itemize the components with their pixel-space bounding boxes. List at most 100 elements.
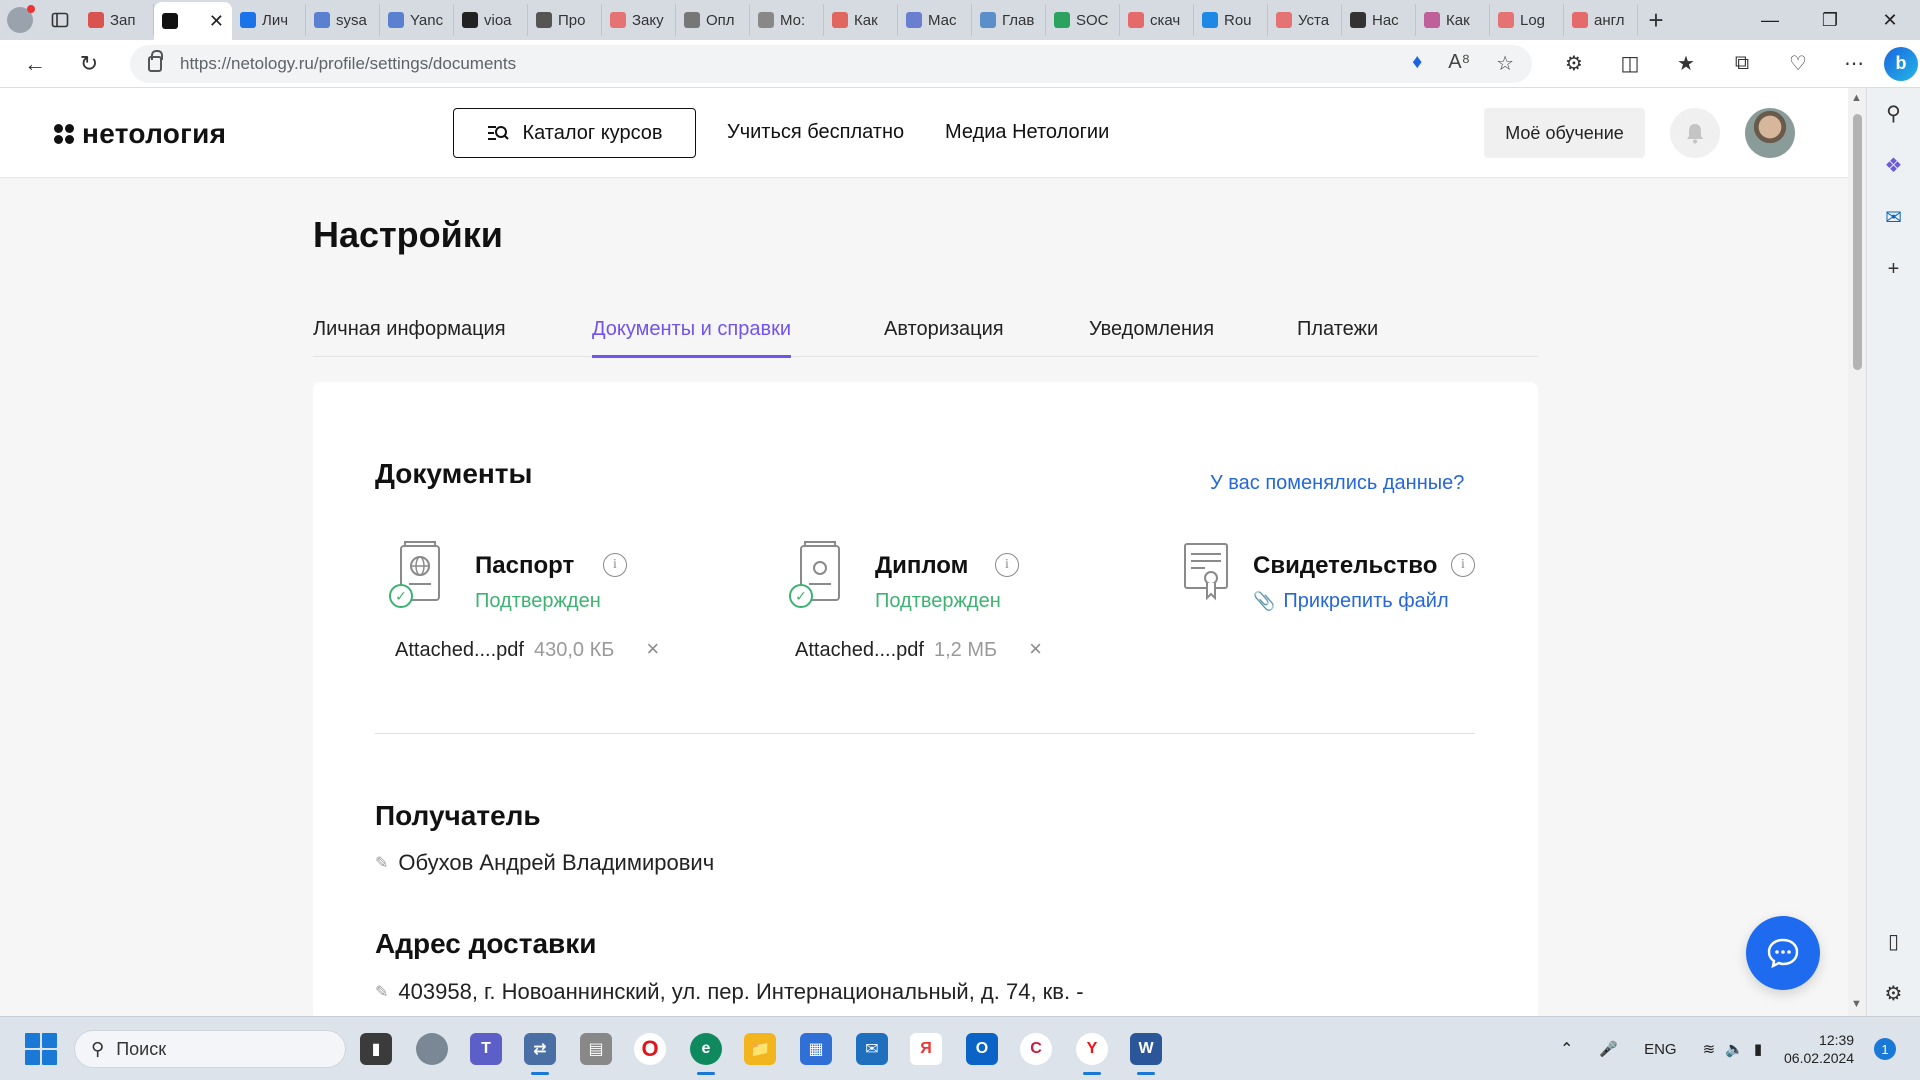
collections-icon[interactable]: ⧉ [1720,44,1764,84]
user-avatar[interactable] [1745,108,1795,158]
my-learning-button[interactable]: Моё обучение [1484,108,1645,158]
learn-free-link[interactable]: Учиться бесплатно [727,121,904,144]
browser-tab[interactable]: Yanc [380,4,454,36]
tab-documents[interactable]: Документы и справки [592,318,792,358]
browser-tab[interactable]: Заку [602,4,676,36]
certificate-info-icon[interactable]: i [1451,553,1475,577]
passport-info-icon[interactable]: i [603,553,627,577]
wifi-icon[interactable]: ≋ [1703,1040,1716,1058]
notifications-button[interactable] [1670,108,1720,158]
sidebar-settings-icon[interactable]: ⚙ [1881,980,1907,1006]
diploma-file-name[interactable]: Attached....pdf [795,639,924,662]
refresh-button[interactable]: ↻ [62,44,116,84]
taskbar-search[interactable]: ⚲ Поиск [74,1030,346,1068]
passport-remove-file-icon[interactable]: × [646,636,659,662]
chat-support-button[interactable] [1746,916,1820,990]
favorites-icon[interactable]: ★ [1664,44,1708,84]
diploma-remove-file-icon[interactable]: × [1029,636,1042,662]
tab-actions-button[interactable] [40,0,80,40]
media-link[interactable]: Медиа Нетологии [945,121,1109,144]
volume-icon[interactable]: 🔈 [1725,1040,1744,1058]
browser-tab[interactable]: Нас [1342,4,1416,36]
browser-tab[interactable]: Мо: [750,4,824,36]
tab-personal-info[interactable]: Личная информация [313,318,506,355]
catalog-button[interactable]: Каталог курсов [453,108,696,158]
split-screen-icon[interactable]: ◫ [1608,44,1652,84]
microphone-icon[interactable]: 🎤 [1599,1040,1618,1058]
browser-tab[interactable]: vioa [454,4,528,36]
browser-tab[interactable]: скач [1120,4,1194,36]
attach-file-link[interactable]: 📎 Прикрепить файл [1253,590,1449,613]
windows-start-icon[interactable] [25,1033,57,1065]
edge-icon[interactable]: e [690,1033,722,1075]
microsoft-store-icon[interactable]: ▦ [800,1033,832,1065]
language-indicator[interactable]: ENG [1644,1041,1677,1058]
browser-essentials-icon[interactable]: ♡ [1776,44,1820,84]
browser-tab[interactable]: Опл [676,4,750,36]
passport-file-name[interactable]: Attached....pdf [395,639,524,662]
browser-tab-active[interactable]: ✕ [154,2,232,40]
close-tab-icon[interactable]: ✕ [209,11,224,32]
widgets-icon[interactable] [416,1033,448,1065]
scroll-up-arrow-icon[interactable]: ▲ [1851,92,1862,104]
word-icon[interactable]: W [1130,1033,1162,1075]
minimize-button[interactable]: — [1740,0,1800,40]
teams-icon[interactable]: T [470,1033,502,1065]
tab-authorization[interactable]: Авторизация [884,318,1004,355]
battery-icon[interactable]: ▮ [1754,1040,1762,1058]
new-tab-button[interactable]: + [1638,2,1674,38]
taskbar-clock[interactable]: 12:39 06.02.2024 [1784,1031,1854,1067]
terminal-app-icon[interactable]: ▤ [580,1033,612,1065]
notification-count-badge[interactable]: 1 [1874,1038,1896,1060]
opera-icon[interactable]: O [634,1033,666,1065]
yandex-browser-icon[interactable]: Y [1076,1033,1108,1075]
tray-overflow-icon[interactable]: ⌃ [1560,1039,1573,1059]
browser-tab[interactable]: Про [528,4,602,36]
browser-tab[interactable]: Мас [898,4,972,36]
browser-tab[interactable]: англ [1564,4,1638,36]
favorite-star-icon[interactable]: ☆ [1496,51,1514,76]
edit-pencil-icon[interactable]: ✎ [375,982,388,1002]
search-icon[interactable]: ⚲ [1881,100,1907,126]
edit-pencil-icon[interactable]: ✎ [375,853,388,873]
network-app-icon[interactable]: ⇄ [524,1033,556,1075]
outlook-icon[interactable]: ✉ [1881,204,1907,230]
add-sidebar-app-icon[interactable]: + [1881,256,1907,282]
browser-tab[interactable]: Зап [80,4,154,36]
more-menu-icon[interactable]: ⋯ [1832,44,1876,84]
tab-notifications[interactable]: Уведомления [1089,318,1214,355]
back-button[interactable]: ← [8,44,62,84]
outlook-icon[interactable]: O [966,1033,998,1065]
delivery-field[interactable]: ✎ 403958, г. Новоаннинский, ул. пер. Инт… [375,979,1084,1005]
tab-payments[interactable]: Платежи [1297,318,1378,355]
browser-tab[interactable]: Лич [232,4,306,36]
browser-tab[interactable]: Как [824,4,898,36]
browser-tab[interactable]: Log [1490,4,1564,36]
browser-tab[interactable]: Rou [1194,4,1268,36]
mail-icon[interactable]: ✉ [856,1033,888,1065]
copilot-icon[interactable]: ❖ [1881,152,1907,178]
browser-tab[interactable]: Глав [972,4,1046,36]
restore-button[interactable]: ❐ [1800,0,1860,40]
browser-tab[interactable]: Как [1416,4,1490,36]
close-window-button[interactable]: ✕ [1860,0,1920,40]
profile-button[interactable] [0,0,40,40]
browser-tab[interactable]: Уста [1268,4,1342,36]
diploma-info-icon[interactable]: i [995,553,1019,577]
read-aloud-icon[interactable]: A⁸ [1448,51,1470,76]
browser-tab[interactable]: SOC [1046,4,1120,36]
scrollbar-thumb[interactable] [1853,114,1862,370]
page-scrollbar[interactable]: ▲ ▼ [1848,88,1866,1016]
copilot-button[interactable]: b [1884,46,1918,81]
browser-tab[interactable]: sysa [306,4,380,36]
scroll-down-arrow-icon[interactable]: ▼ [1851,998,1862,1010]
site-logo[interactable]: нетология [54,118,226,150]
address-bar[interactable]: https://netology.ru/profile/settings/doc… [130,44,1532,83]
recipient-field[interactable]: ✎ Обухов Андрей Владимирович [375,850,714,876]
data-changed-link[interactable]: У вас поменялись данные? [1210,472,1464,495]
c-app-icon[interactable]: C [1020,1033,1052,1065]
extensions-icon[interactable]: ⚙ [1552,44,1596,84]
hide-sidebar-icon[interactable]: ▯ [1881,928,1907,954]
shopping-tag-icon[interactable]: ♦ [1412,51,1422,76]
yandex-icon[interactable]: Я [910,1033,942,1065]
